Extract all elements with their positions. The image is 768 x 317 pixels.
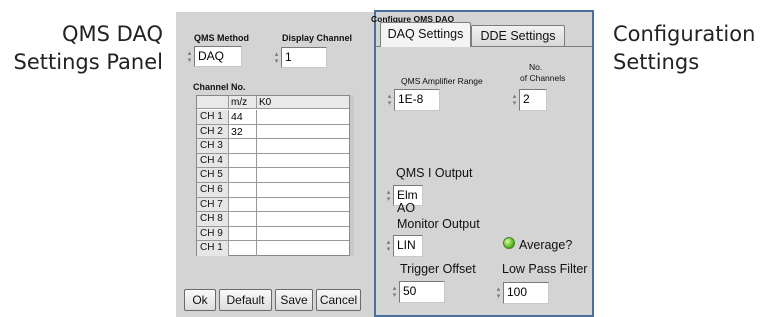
average-label: Average?	[519, 238, 573, 252]
low-pass-filter-label: Low Pass Filter	[502, 262, 588, 276]
row-header: CH 7	[197, 197, 229, 212]
k0-cell[interactable]	[257, 212, 349, 226]
table-row[interactable]: CH 1 44	[197, 110, 349, 125]
tab-daq-settings[interactable]: DAQ Settings	[380, 22, 471, 47]
low-pass-filter-control[interactable]: ▴ ▾ 100	[494, 282, 549, 304]
spinner-arrows-icon[interactable]: ▴ ▾	[390, 281, 399, 303]
ok-button[interactable]: Ok	[184, 289, 216, 311]
cancel-button[interactable]: Cancel	[316, 289, 361, 311]
table-scrollbar[interactable]	[350, 95, 354, 256]
spinner-arrows-icon[interactable]: ▴ ▾	[494, 282, 503, 304]
callout-right-line1: Configuration	[613, 22, 756, 46]
display-channel-control[interactable]: ▴ ▾ 1	[272, 47, 327, 68]
average-led-icon[interactable]	[503, 237, 515, 249]
qms-method-label: QMS Method	[194, 33, 249, 43]
k0-cell[interactable]	[257, 183, 349, 197]
low-pass-filter-field[interactable]: 100	[503, 282, 549, 304]
mz-cell[interactable]	[229, 153, 257, 168]
monitor-output-label: Monitor Output	[397, 217, 480, 231]
row-header: CH 4	[197, 153, 229, 168]
row-header: CH 1	[197, 110, 229, 124]
k0-cell[interactable]	[257, 154, 349, 168]
mz-cell[interactable]	[229, 139, 257, 153]
num-channels-label-line1: No.	[529, 62, 543, 72]
table-row[interactable]: CH 5	[197, 168, 349, 183]
mz-cell[interactable]	[229, 241, 257, 256]
k0-cell[interactable]	[257, 227, 349, 241]
k0-cell[interactable]	[257, 125, 349, 139]
default-button[interactable]: Default	[219, 289, 272, 311]
amplifier-range-control[interactable]: ▴ ▾ 1E-8	[385, 89, 440, 111]
row-header: CH 6	[197, 183, 229, 197]
row-header: CH 1	[197, 241, 229, 256]
amplifier-range-label: QMS Amplifier Range	[401, 76, 483, 86]
save-button[interactable]: Save	[275, 289, 313, 311]
num-channels-field[interactable]: 2	[519, 89, 547, 111]
mz-cell[interactable]	[229, 212, 257, 226]
row-header: CH 5	[197, 168, 229, 182]
monitor-output-field[interactable]: LIN	[393, 235, 423, 257]
callout-right-line2: Settings	[613, 50, 700, 74]
table-row[interactable]: CH 9	[197, 226, 349, 242]
callout-left-line1: QMS DAQ	[62, 22, 163, 46]
spinner-arrows-icon[interactable]: ▴ ▾	[510, 89, 519, 111]
mz-cell[interactable]: 32	[229, 124, 257, 139]
table-row[interactable]: CH 1	[197, 241, 349, 256]
callout-qms-daq-settings-panel: QMS DAQ Settings Panel	[0, 20, 163, 76]
k0-cell[interactable]	[257, 139, 349, 153]
qms-i-output-label: QMS I Output	[396, 166, 473, 180]
mz-cell[interactable]	[229, 168, 257, 182]
amplifier-range-field[interactable]: 1E-8	[394, 89, 440, 111]
table-corner	[197, 96, 229, 109]
mz-cell[interactable]	[229, 183, 257, 197]
channel-table-title: Channel No.	[193, 82, 246, 92]
num-channels-control[interactable]: ▴ ▾ 2	[510, 89, 547, 111]
k0-cell[interactable]	[257, 241, 349, 256]
spinner-arrows-icon[interactable]: ▴ ▾	[384, 185, 393, 206]
display-channel-label: Display Channel	[282, 33, 353, 43]
table-row[interactable]: CH 6	[197, 183, 349, 198]
callout-left-line2: Settings Panel	[13, 50, 163, 74]
table-row[interactable]: CH 2 32	[197, 124, 349, 140]
table-row[interactable]: CH 8	[197, 212, 349, 227]
mz-cell[interactable]	[229, 197, 257, 212]
row-header: CH 9	[197, 226, 229, 241]
table-row[interactable]: CH 7	[197, 197, 349, 213]
monitor-output-control[interactable]: ▴ ▾ LIN	[384, 235, 423, 257]
row-header: CH 2	[197, 124, 229, 139]
channel-table-header: m/z K0	[197, 96, 349, 109]
column-header-k0: K0	[259, 97, 272, 108]
ao-label: AO	[397, 201, 416, 215]
trigger-offset-label: Trigger Offset	[400, 262, 476, 276]
mz-cell[interactable]: 44	[229, 110, 257, 124]
row-header: CH 3	[197, 139, 229, 153]
num-channels-label-line2: of Channels	[520, 73, 566, 83]
k0-cell[interactable]	[257, 110, 349, 124]
spinner-arrows-icon[interactable]: ▴ ▾	[185, 46, 194, 67]
spinner-arrows-icon[interactable]: ▴ ▾	[272, 47, 281, 68]
channel-table[interactable]: m/z K0 CH 1 44 CH 2 32 CH 3 CH 4 CH 5 CH…	[196, 95, 350, 256]
k0-cell[interactable]	[257, 198, 349, 212]
column-header-mz: m/z	[229, 96, 257, 109]
mz-cell[interactable]	[229, 226, 257, 241]
qms-method-field[interactable]: DAQ	[194, 46, 242, 67]
trigger-offset-field[interactable]: 50	[399, 281, 445, 303]
spinner-arrows-icon[interactable]: ▴ ▾	[385, 89, 394, 111]
qms-method-control[interactable]: ▴ ▾ DAQ	[185, 46, 242, 67]
spinner-arrows-icon[interactable]: ▴ ▾	[384, 235, 393, 257]
trigger-offset-control[interactable]: ▴ ▾ 50	[390, 281, 445, 303]
table-row[interactable]: CH 3	[197, 139, 349, 154]
row-header: CH 8	[197, 212, 229, 226]
k0-cell[interactable]	[257, 168, 349, 182]
callout-configuration-settings: Configuration Settings	[613, 20, 768, 76]
tab-dde-settings[interactable]: DDE Settings	[471, 25, 565, 46]
table-row[interactable]: CH 4	[197, 153, 349, 169]
display-channel-field[interactable]: 1	[281, 47, 327, 68]
